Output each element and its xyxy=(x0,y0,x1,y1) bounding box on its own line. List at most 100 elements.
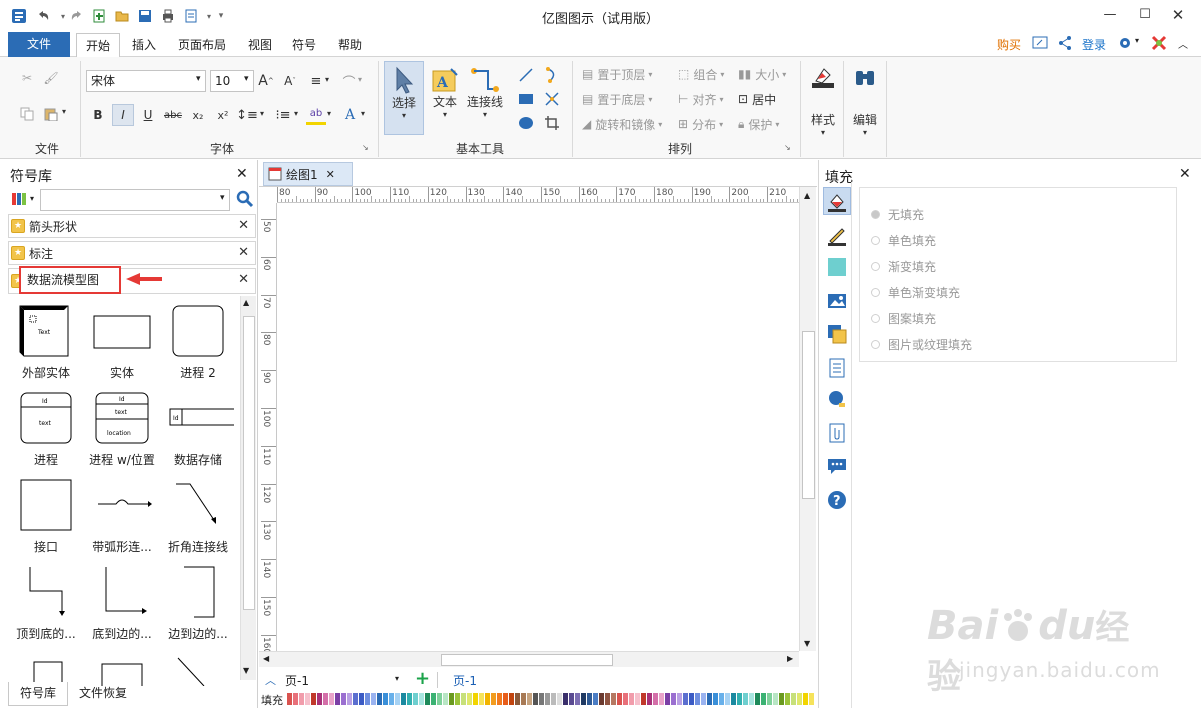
send-to-back-button[interactable]: ▤ 置于底层 ▾ xyxy=(582,90,652,108)
shape-elbow-connector[interactable]: 折角连接线 xyxy=(160,476,236,556)
bottom-tab-file-recovery[interactable]: 文件恢复 xyxy=(70,682,136,706)
page-select[interactable]: 页-1 xyxy=(285,672,407,688)
group-button[interactable]: ⬚ 组合 ▾ xyxy=(678,65,724,83)
line-tool-icon[interactable] xyxy=(516,67,536,83)
close-window-button[interactable]: ✕ xyxy=(1163,4,1193,26)
text-tool-button[interactable]: A 文本 ▾ xyxy=(427,61,463,135)
collapse-ribbon-icon[interactable]: ︿ xyxy=(1178,36,1188,51)
library-menu-icon[interactable] xyxy=(10,190,30,208)
close-category-button[interactable]: ✕ xyxy=(238,218,249,233)
shape-process-2[interactable]: 进程 2 xyxy=(160,302,236,382)
italic-icon[interactable]: I xyxy=(112,104,134,126)
strikethrough-icon[interactable]: abc xyxy=(163,105,183,125)
bullet-list-icon[interactable]: ⁝≡ xyxy=(274,105,292,125)
font-size-dropdown-icon[interactable]: ▾ xyxy=(244,74,249,84)
share-icon[interactable] xyxy=(1057,35,1073,51)
scroll-up-icon[interactable]: ▲ xyxy=(804,191,810,200)
scroll-right-icon[interactable]: ▶ xyxy=(787,654,793,663)
comment-icon[interactable] xyxy=(827,456,847,476)
font-family-dropdown-icon[interactable]: ▾ xyxy=(196,74,201,84)
copy-icon[interactable] xyxy=(18,105,36,123)
shrink-font-icon[interactable]: Aˇ xyxy=(282,71,298,91)
font-color-dropdown-icon[interactable]: ▾ xyxy=(361,109,365,118)
help-icon[interactable]: ? xyxy=(827,490,847,510)
share-screen-icon[interactable] xyxy=(1032,35,1048,51)
connector-tool-button[interactable]: 连接线 ▾ xyxy=(464,61,506,135)
font-dialog-launcher-icon[interactable]: ↘ xyxy=(362,143,369,152)
scroll-down-icon[interactable]: ▼ xyxy=(243,666,249,675)
edit-button[interactable]: 编辑 ▾ xyxy=(848,65,882,149)
font-family-select[interactable]: 宋体 xyxy=(86,70,206,92)
minimize-button[interactable]: — xyxy=(1095,4,1125,26)
tab-insert[interactable]: 插入 xyxy=(126,33,162,57)
text-align-dropdown-icon[interactable]: ▾ xyxy=(325,75,329,84)
shape-side-to-side[interactable]: 边到边的... xyxy=(160,563,236,643)
align-button[interactable]: ⊢ 对齐 ▾ xyxy=(678,90,723,108)
paste-dropdown-icon[interactable]: ▾ xyxy=(62,107,66,116)
scroll-left-icon[interactable]: ◀ xyxy=(263,654,269,663)
distribute-button[interactable]: ⊞ 分布 ▾ xyxy=(678,115,723,133)
vertical-scroll-thumb[interactable] xyxy=(802,331,815,499)
arc-tool-icon[interactable] xyxy=(542,67,562,83)
settings-dropdown-icon[interactable]: ▾ xyxy=(1135,36,1139,45)
highlight-icon[interactable]: ab xyxy=(306,105,326,125)
line-pen-icon[interactable] xyxy=(827,226,847,246)
canvas-vertical-scrollbar[interactable]: ▲ ▼ xyxy=(799,187,816,651)
size-button[interactable]: ▮▮ 大小 ▾ xyxy=(738,65,786,83)
protect-button[interactable]: 🔒︎ 保护 ▾ xyxy=(738,115,779,133)
subscript-icon[interactable]: x₂ xyxy=(189,105,207,125)
radio-picture-fill[interactable] xyxy=(871,340,880,349)
settings-gear-icon[interactable] xyxy=(1117,35,1133,51)
library-scrollbar[interactable]: ▲ ▼ xyxy=(240,296,256,680)
hyperlink-icon[interactable] xyxy=(827,389,847,409)
shape-arc-connector[interactable]: 带弧形连... xyxy=(84,476,160,556)
option-gradient-fill[interactable]: 渐变填充 xyxy=(871,258,936,275)
radio-no-fill[interactable] xyxy=(871,210,880,219)
underline-icon[interactable]: U xyxy=(140,105,156,125)
expand-pages-icon[interactable]: ︿ xyxy=(265,672,276,688)
shape-partial-1[interactable] xyxy=(8,650,84,686)
shape-bottom-to-side[interactable]: 底到边的... xyxy=(84,563,160,643)
option-picture-fill[interactable]: 图片或纹理填充 xyxy=(871,336,972,353)
search-dropdown-icon[interactable]: ▾ xyxy=(220,193,225,203)
page-properties-icon[interactable] xyxy=(827,358,847,378)
line-spacing-icon[interactable]: ↕≡ xyxy=(236,105,258,125)
attachment-icon[interactable] xyxy=(827,423,847,443)
option-no-fill[interactable]: 无填充 xyxy=(871,206,924,223)
tab-home[interactable]: 开始 xyxy=(76,33,120,58)
tab-file[interactable]: 文件 xyxy=(8,32,70,57)
tab-view[interactable]: 视图 xyxy=(242,33,278,57)
radio-pattern-fill[interactable] xyxy=(871,314,880,323)
rotate-mirror-button[interactable]: ◢ 旋转和镜像 ▾ xyxy=(582,115,662,133)
superscript-icon[interactable]: x² xyxy=(214,105,232,125)
library-category-callouts[interactable]: ★ 标注 ✕ xyxy=(8,241,256,265)
close-category-button[interactable]: ✕ xyxy=(238,245,249,260)
select-tool-button[interactable]: 选择 ▾ xyxy=(384,61,424,135)
shape-partial-2[interactable] xyxy=(84,650,160,686)
shape-interface[interactable]: 接口 xyxy=(8,476,84,556)
point-tool-icon[interactable] xyxy=(542,91,562,107)
scroll-down-icon[interactable]: ▼ xyxy=(804,639,810,648)
shadow-color-icon[interactable] xyxy=(827,257,847,277)
tab-help[interactable]: 帮助 xyxy=(332,33,368,57)
text-align-icon[interactable]: ≡ xyxy=(308,71,324,91)
maximize-button[interactable]: ☐ xyxy=(1130,4,1160,26)
option-pattern-fill[interactable]: 图案填充 xyxy=(871,310,936,327)
grow-font-icon[interactable]: A ^ xyxy=(258,71,274,91)
rectangle-tool-icon[interactable] xyxy=(516,91,536,107)
center-button[interactable]: ⊡ 居中 xyxy=(738,90,776,108)
bring-to-front-button[interactable]: ▤ 置于顶层 ▾ xyxy=(582,65,652,83)
scroll-up-icon[interactable]: ▲ xyxy=(243,298,249,307)
dataflow-category-highlight[interactable]: 数据流模型图 xyxy=(19,266,121,294)
horizontal-scroll-thumb[interactable] xyxy=(441,654,613,666)
shape-top-to-bottom[interactable]: 顶到底的... xyxy=(8,563,84,643)
bottom-tab-library[interactable]: 符号库 xyxy=(8,682,68,706)
shape-external-entity[interactable]: Text 外部实体 xyxy=(8,302,84,382)
ellipse-tool-icon[interactable] xyxy=(516,115,536,131)
canvas-page[interactable] xyxy=(278,204,799,650)
option-solid-fill[interactable]: 单色填充 xyxy=(871,232,936,249)
shape-process-with-location[interactable]: Id text location 进程 w/位置 xyxy=(84,389,160,469)
highlight-dropdown-icon[interactable]: ▾ xyxy=(327,109,331,118)
plugin-icon[interactable] xyxy=(1151,35,1167,51)
add-page-icon[interactable]: + xyxy=(415,668,430,689)
